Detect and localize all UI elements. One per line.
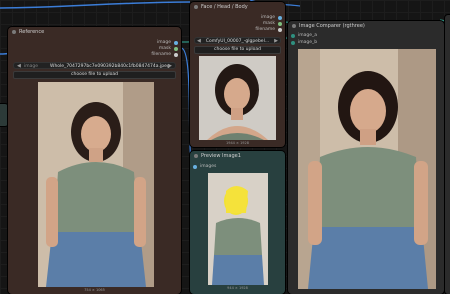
comparer-input-image-b[interactable]: image_b [298,40,317,46]
comparer-node-title[interactable]: Image Comparer (rgthree) [288,21,444,31]
face-title-text: Face / Head / Body [201,4,248,10]
offscreen-node-fragment-right[interactable] [445,15,450,294]
face-head-body-node[interactable]: Face / Head / Body image mask filename ◀… [190,2,285,147]
arrow-right-icon[interactable]: ▶ [168,63,172,70]
offscreen-node-fragment[interactable] [0,104,8,126]
reference-output-filename[interactable]: filename [151,52,171,58]
output-pin-icon[interactable] [278,28,282,32]
preview-image [208,173,268,285]
collapse-dot-icon[interactable] [292,24,296,28]
choose-file-button[interactable]: choose file to upload [13,71,176,79]
face-image-size: 1944 × 1928 [226,141,249,145]
arrow-left-icon[interactable]: ◀ [17,63,21,70]
preview-image-size: 944 × 1928 [227,286,248,290]
arrow-right-icon[interactable]: ▶ [274,38,278,45]
face-widget-value: ComfyUI_00007_-glgpebel... [205,39,270,44]
reference-node-title[interactable]: Reference [8,27,181,37]
preview-node-title[interactable]: Preview Image1 [190,151,285,161]
output-pin-icon[interactable] [278,22,282,26]
output-pin-icon[interactable] [174,47,178,51]
preview-input-images[interactable]: images [200,164,216,170]
image-comparer-node[interactable]: Image Comparer (rgthree) image_a image_b [288,21,444,294]
comparer-title-text: Image Comparer (rgthree) [299,23,365,29]
preview-image-node[interactable]: Preview Image1 images 944 × 1928 [190,151,285,294]
preview-title-text: Preview Image1 [201,153,241,159]
comparer-input-image-a[interactable]: image_a [298,33,317,39]
input-pin-icon[interactable] [291,41,295,45]
image-widget-value: Whole_7047297bc7e090392b840c1fb0847474a.… [50,64,170,69]
image-file-selector[interactable]: ◀ image Whole_7047297bc7e090392b840c1fb0… [13,62,176,69]
woman-photo-illustration [38,82,154,287]
input-pin-icon[interactable] [193,165,197,169]
collapse-dot-icon[interactable] [194,154,198,158]
input-pin-icon[interactable] [291,34,295,38]
arrow-left-icon[interactable]: ◀ [197,38,201,45]
reference-title-text: Reference [19,29,45,35]
face-image [199,56,276,140]
face-output-filename[interactable]: filename [255,27,275,33]
collapse-dot-icon[interactable] [194,5,198,9]
face-node-title[interactable]: Face / Head / Body [190,2,285,12]
output-pin-icon[interactable] [174,53,178,57]
preview-photo-illustration [208,173,268,285]
face-photo-illustration [199,56,276,140]
output-pin-icon[interactable] [174,41,178,45]
comparer-image[interactable] [298,49,436,289]
face-image-selector[interactable]: ◀ ComfyUI_00007_-glgpebel... ▶ [194,37,281,44]
collapse-dot-icon[interactable] [12,30,16,34]
reference-image-size: 754 × 1065 [84,288,105,292]
reference-node[interactable]: Reference image mask filename ◀ image Wh… [8,27,181,294]
reference-image [38,82,154,287]
image-widget-label: image [24,64,39,69]
comparer-photo-illustration [298,49,436,289]
face-choose-file-button[interactable]: choose file to upload [194,46,281,54]
output-pin-icon[interactable] [278,16,282,20]
